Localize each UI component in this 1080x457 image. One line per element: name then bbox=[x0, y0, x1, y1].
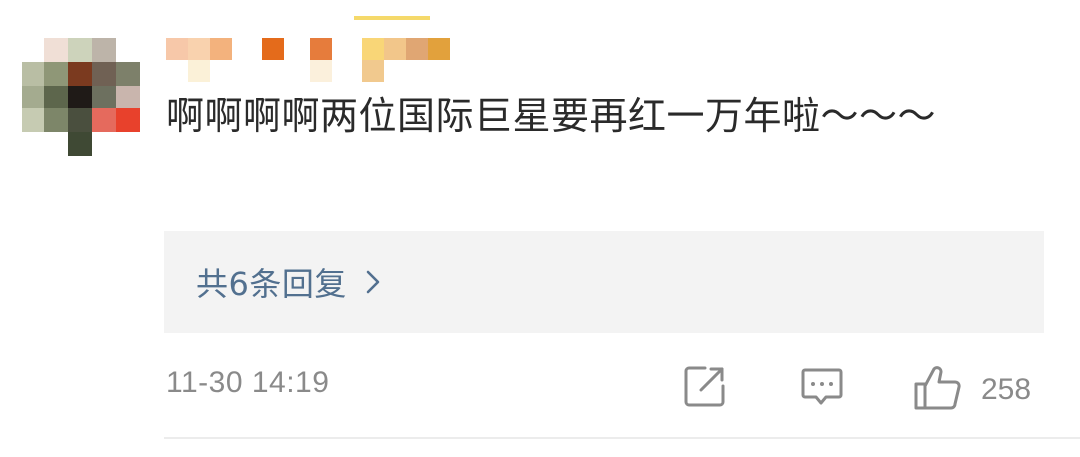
avatar-mosaic bbox=[22, 38, 144, 160]
like-button[interactable]: 258 bbox=[913, 364, 1031, 416]
replies-count-label: 共6条回复 bbox=[196, 265, 347, 303]
share-button[interactable] bbox=[683, 364, 727, 412]
divider bbox=[164, 437, 1080, 439]
avatar[interactable] bbox=[22, 38, 144, 160]
comment-icon bbox=[800, 364, 844, 412]
comment-timestamp: 11-30 14:19 bbox=[166, 366, 330, 399]
view-replies-button[interactable]: 共6条回复 bbox=[164, 231, 1044, 333]
reply-button[interactable] bbox=[800, 364, 844, 412]
like-count: 258 bbox=[981, 373, 1032, 406]
comment-text: 啊啊啊啊两位国际巨星要再红一万年啦～～～ bbox=[166, 94, 937, 138]
share-icon bbox=[683, 364, 727, 412]
chevron-right-icon bbox=[365, 269, 381, 295]
thumbs-up-icon bbox=[913, 364, 963, 416]
username-mosaic[interactable] bbox=[166, 16, 466, 86]
